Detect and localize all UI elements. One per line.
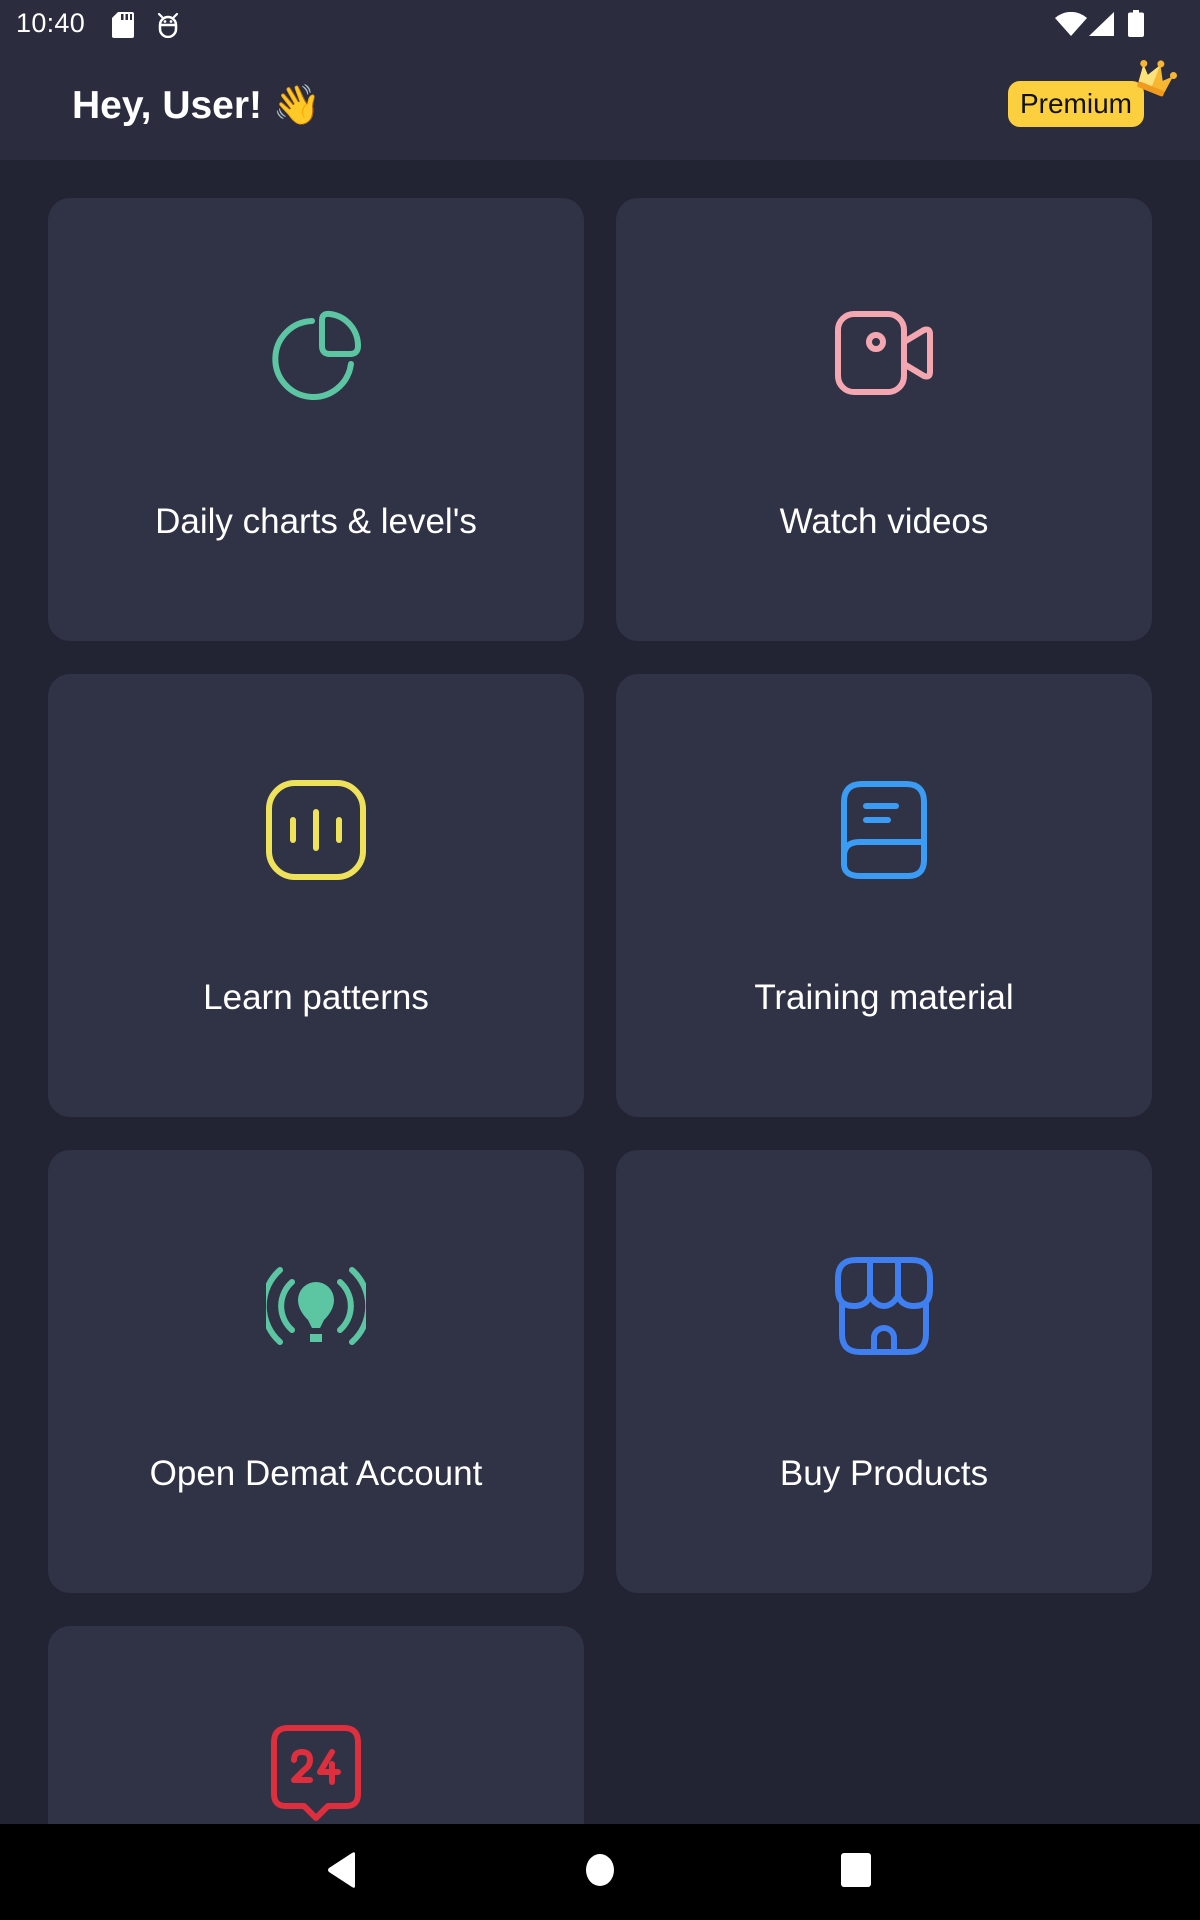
support-24-icon xyxy=(266,1724,366,1824)
cell-signal-icon xyxy=(1089,12,1114,41)
sd-card-icon xyxy=(112,12,134,43)
broadcast-bulb-icon xyxy=(260,1256,372,1356)
menu-grid: Daily charts & level's Watch videos Lear… xyxy=(0,160,1200,1824)
menu-card-daily-charts[interactable]: Daily charts & level's xyxy=(48,198,584,641)
system-nav-bar xyxy=(0,1824,1200,1920)
android-debug-icon xyxy=(156,12,180,43)
menu-card-support-24[interactable] xyxy=(48,1626,584,1824)
premium-label: Premium xyxy=(1019,88,1132,119)
battery-icon xyxy=(1128,10,1144,42)
status-time: 10:40 xyxy=(16,8,86,38)
waveform-icon xyxy=(266,780,366,880)
status-bar: 10:40 xyxy=(0,0,1200,52)
menu-card-label: Buy Products xyxy=(779,1454,989,1493)
menu-card-label: Training material xyxy=(754,978,1014,1017)
premium-badge[interactable]: Premium xyxy=(1008,81,1144,127)
book-icon xyxy=(834,780,934,880)
pie-chart-icon xyxy=(266,304,366,404)
back-icon xyxy=(327,1851,357,1893)
menu-card-watch-videos[interactable]: Watch videos xyxy=(616,198,1152,641)
menu-card-open-demat-account[interactable]: Open Demat Account xyxy=(48,1150,584,1593)
video-camera-icon xyxy=(834,304,934,404)
menu-card-label: Daily charts & level's xyxy=(155,502,477,541)
back-button[interactable] xyxy=(322,1851,362,1893)
home-icon xyxy=(585,1853,615,1892)
greeting-title: Hey, User! 👋 xyxy=(72,84,322,127)
menu-card-buy-products[interactable]: Buy Products xyxy=(616,1150,1152,1593)
menu-card-label: Learn patterns xyxy=(203,978,429,1017)
home-button[interactable] xyxy=(580,1852,620,1892)
app-bar: Hey, User! 👋 Premium xyxy=(0,52,1200,160)
menu-card-label: Open Demat Account xyxy=(149,1454,483,1493)
recents-button[interactable] xyxy=(836,1852,876,1892)
menu-card-label: Watch videos xyxy=(779,502,989,541)
recents-icon xyxy=(841,1852,871,1892)
menu-card-learn-patterns[interactable]: Learn patterns xyxy=(48,674,584,1117)
menu-card-training-material[interactable]: Training material xyxy=(616,674,1152,1117)
store-icon xyxy=(834,1256,934,1356)
wifi-icon xyxy=(1055,11,1087,41)
